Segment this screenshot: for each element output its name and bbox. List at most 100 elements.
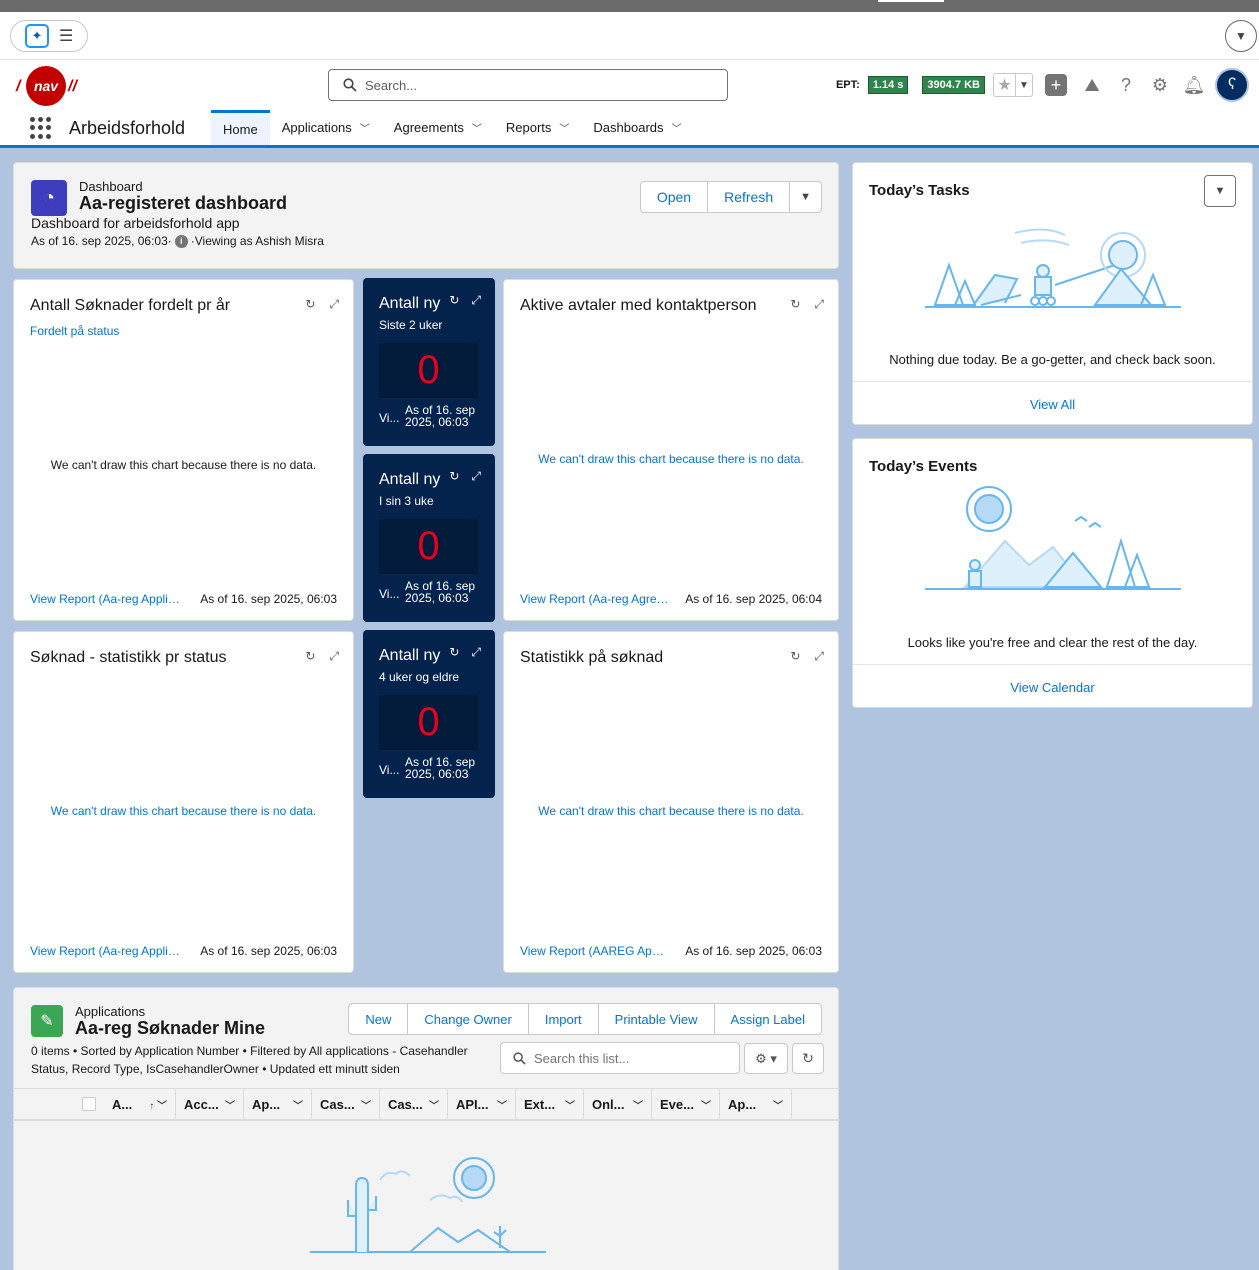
view-all-link[interactable]: View All xyxy=(853,381,1252,425)
chevron-down-icon[interactable]: ▼ xyxy=(1016,74,1032,96)
widget-footer: View Report (Aa-reg Agreements) As of 16… xyxy=(520,592,822,606)
bell-icon[interactable]: 🔔︎ xyxy=(1181,72,1207,98)
chevron-down-icon[interactable]: ▼ xyxy=(1204,175,1236,207)
app-launcher-icon[interactable] xyxy=(30,117,52,139)
printable-view-button[interactable]: Printable View xyxy=(599,1004,715,1034)
column-header[interactable]: API... ﹀ xyxy=(448,1089,516,1120)
refresh-icon[interactable]: ↻ xyxy=(790,649,800,664)
metric-icons: ↻ ⤢ xyxy=(449,645,481,660)
chevron-down-icon[interactable]: ﹀ xyxy=(559,120,569,135)
view-report-link[interactable]: Vi... xyxy=(379,587,399,601)
metric-subtitle: Siste 2 uker xyxy=(379,318,443,332)
star-icon[interactable]: ★ xyxy=(994,74,1016,96)
expand-icon[interactable]: ⤢ xyxy=(814,297,824,312)
viewing-as-text: ·Viewing as Ashish Misra xyxy=(190,234,324,248)
assign-label-button[interactable]: Assign Label xyxy=(715,1004,821,1034)
chevron-down-icon[interactable]: ﹀ xyxy=(497,1097,507,1112)
ept-time-badge: 1.14 s xyxy=(867,76,909,94)
expand-icon[interactable]: ⤢ xyxy=(471,469,481,484)
widget-icons: ↻ ⤢ xyxy=(790,649,824,664)
search-placeholder: Search... xyxy=(365,77,418,93)
app-name: Arbeidsforhold xyxy=(69,118,186,138)
chevron-down-icon[interactable]: ﹀ xyxy=(565,1097,575,1112)
chevron-down-icon[interactable]: ﹀ xyxy=(429,1097,439,1112)
expand-icon[interactable]: ⤢ xyxy=(471,293,481,308)
view-report-link[interactable]: View Report (Aa-reg Applications) xyxy=(30,592,180,606)
view-report-link[interactable]: Vi... xyxy=(379,411,399,425)
chevron-down-icon[interactable]: ﹀ xyxy=(701,1097,711,1112)
menu-icon: ☰ xyxy=(59,28,74,45)
column-header[interactable]: Ap... ﹀ xyxy=(244,1089,312,1120)
nav-logo[interactable]: / nav // xyxy=(16,66,82,106)
chevron-down-icon[interactable]: ﹀ xyxy=(361,1097,371,1112)
tab-dashboards[interactable]: Dashboards ﹀ xyxy=(581,110,693,145)
chevron-down-icon[interactable]: ﹀ xyxy=(225,1097,235,1112)
column-header[interactable]: Eve... ﹀ xyxy=(652,1089,720,1120)
view-report-link[interactable]: View Report (AAREG Applications) xyxy=(520,944,670,958)
chevron-down-icon[interactable]: ﹀ xyxy=(293,1097,303,1112)
column-header[interactable]: Cas... ﹀ xyxy=(312,1089,380,1120)
metric-value: 0 xyxy=(379,519,478,574)
refresh-icon[interactable]: ↻ xyxy=(790,297,800,312)
new-button[interactable]: New xyxy=(349,1004,409,1034)
expand-icon[interactable]: ⤢ xyxy=(329,649,339,664)
search-icon xyxy=(343,78,357,92)
avatar[interactable]: ʕ xyxy=(1215,68,1249,102)
chevron-down-icon[interactable]: ﹀ xyxy=(360,120,370,135)
expand-icon[interactable]: ⤢ xyxy=(471,645,481,660)
chevron-down-icon[interactable]: ﹀ xyxy=(672,120,682,135)
asof-text: As of 16. sep 2025, 06:03· xyxy=(31,234,172,248)
global-search[interactable]: Search... xyxy=(328,69,728,101)
dashboard-asof: As of 16. sep 2025, 06:03· i ·Viewing as… xyxy=(31,234,324,248)
list-settings-button[interactable]: ⚙ ▾ xyxy=(744,1043,788,1074)
refresh-icon[interactable]: ↻ xyxy=(449,469,459,484)
expand-icon[interactable]: ⤢ xyxy=(329,297,339,312)
info-icon[interactable]: i xyxy=(174,234,188,248)
view-report-link[interactable]: View Report (Aa-reg Applications) xyxy=(30,944,180,958)
tab-applications[interactable]: Applications ﹀ xyxy=(270,110,382,145)
plus-icon[interactable]: + xyxy=(1045,74,1067,96)
chevron-down-icon[interactable]: ﹀ xyxy=(472,120,482,135)
column-header[interactable]: Ap... ﹀ xyxy=(720,1089,792,1120)
view-report-link[interactable]: View Report (Aa-reg Agreements) xyxy=(520,592,670,606)
tab-home[interactable]: Home xyxy=(211,110,270,145)
import-button[interactable]: Import xyxy=(529,1004,599,1034)
view-calendar-link[interactable]: View Calendar xyxy=(853,664,1252,708)
open-button[interactable]: Open xyxy=(641,182,709,212)
assistant-toggle[interactable]: ✦ ☰ xyxy=(10,20,88,52)
list-object-icon: ✎ xyxy=(31,1005,63,1037)
refresh-icon[interactable]: ↻ xyxy=(449,293,459,308)
refresh-icon[interactable]: ↻ xyxy=(305,649,315,664)
tasks-title: Today’s Tasks xyxy=(869,182,970,199)
column-header[interactable]: Ext... ﹀ xyxy=(516,1089,584,1120)
column-header[interactable]: Cas... ﹀ xyxy=(380,1089,448,1120)
nav-tabs: Home Applications ﹀ Agreements ﹀ Reports ﹀ … xyxy=(211,110,694,145)
chevron-down-icon[interactable]: ﹀ xyxy=(773,1097,783,1112)
view-report-link[interactable]: Vi... xyxy=(379,763,399,777)
list-refresh-button[interactable]: ↻ xyxy=(792,1043,824,1074)
widget-title: Statistikk på søknad xyxy=(520,649,664,666)
chevron-down-icon[interactable]: ﹀ xyxy=(633,1097,643,1112)
gear-icon[interactable]: ⚙ xyxy=(1147,72,1173,98)
tab-agreements[interactable]: Agreements ﹀ xyxy=(382,110,494,145)
mountain-illustration xyxy=(925,486,1181,590)
refresh-button[interactable]: Refresh xyxy=(708,182,791,212)
expand-icon[interactable]: ⤢ xyxy=(814,649,824,664)
column-header[interactable]: A... ↑ ﹀ xyxy=(104,1089,176,1120)
trailhead-icon[interactable]: ⛰ xyxy=(1079,72,1105,98)
metric-icons: ↻ ⤢ xyxy=(449,469,481,484)
list-search-input[interactable]: Search this list... xyxy=(500,1042,740,1074)
tab-reports[interactable]: Reports ﹀ xyxy=(494,110,582,145)
column-header[interactable]: Onl... ﹀ xyxy=(584,1089,652,1120)
widget-title: Aktive avtaler med kontaktperson xyxy=(520,297,757,314)
refresh-icon[interactable]: ↻ xyxy=(449,645,459,660)
chevron-down-icon[interactable]: ▼ xyxy=(1225,20,1257,52)
metric-tile-4-uker-eldre: Antall ny ↻ ⤢ 4 uker og eldre 0 Vi... As … xyxy=(363,630,495,798)
refresh-icon[interactable]: ↻ xyxy=(305,297,315,312)
change-owner-button[interactable]: Change Owner xyxy=(408,1004,529,1034)
chevron-down-icon[interactable]: ▼ xyxy=(790,182,821,212)
strip-indicator xyxy=(878,0,944,2)
help-icon[interactable]: ? xyxy=(1113,72,1139,98)
select-all-checkbox[interactable] xyxy=(14,1089,104,1119)
column-header[interactable]: Acc... ﹀ xyxy=(176,1089,244,1120)
